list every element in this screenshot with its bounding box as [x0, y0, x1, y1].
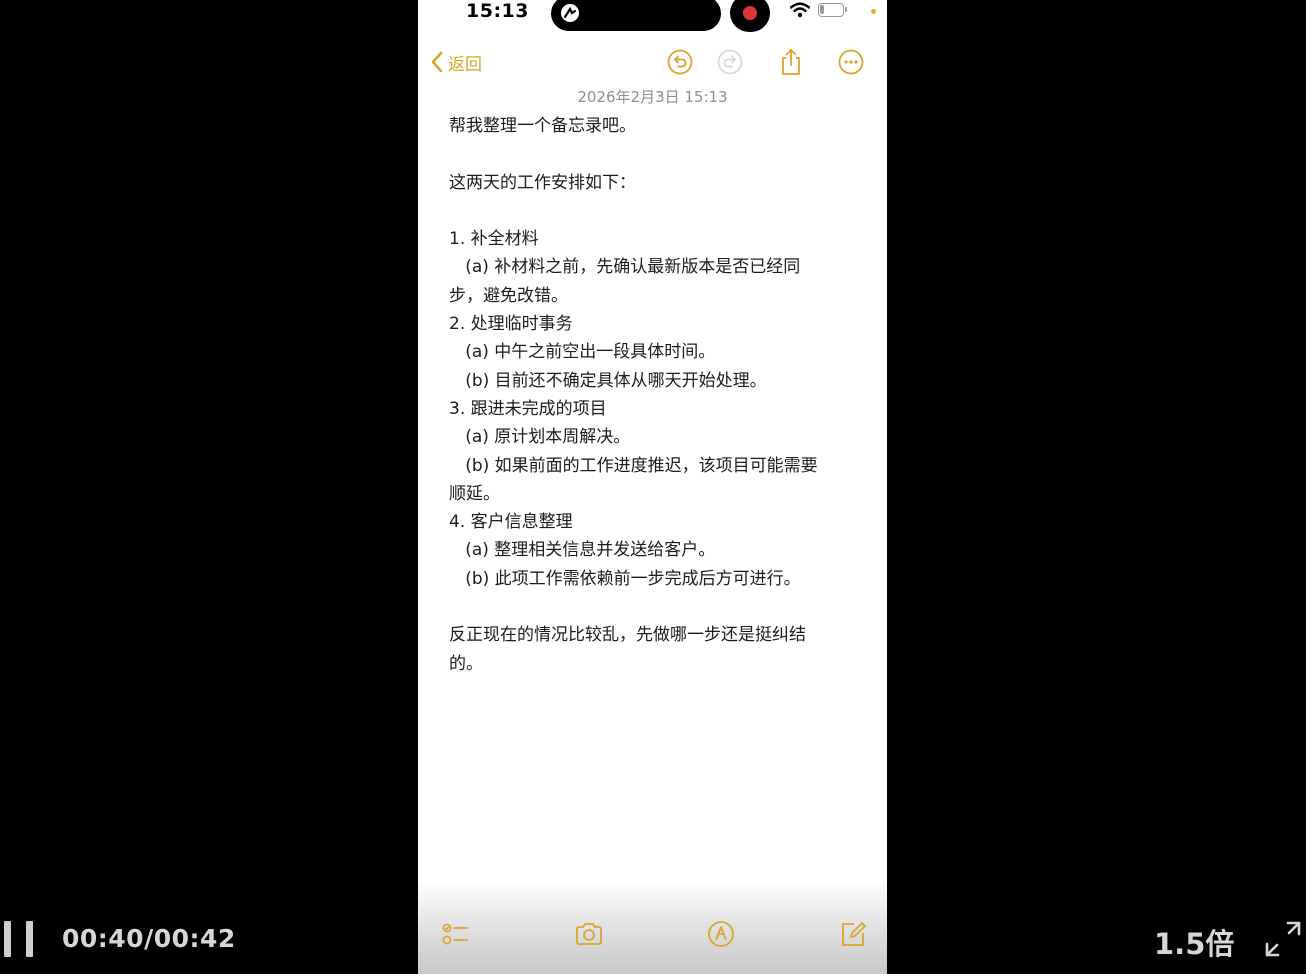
back-label: 返回 — [448, 54, 482, 75]
redo-icon[interactable] — [716, 48, 744, 76]
chevron-left-icon — [431, 51, 443, 73]
fullscreen-icon[interactable] — [1264, 920, 1302, 958]
note-blank-line — [449, 140, 859, 168]
checklist-icon[interactable] — [440, 919, 470, 949]
note-line: 的。 — [449, 653, 483, 674]
share-icon[interactable] — [777, 48, 805, 76]
pause-icon-bar — [26, 921, 33, 957]
note-date: 2026年2月3日 15:13 — [577, 88, 728, 106]
note-line: (a) 原计划本周解决。 — [449, 427, 631, 448]
camera-icon[interactable] — [574, 919, 604, 949]
note-line: (a) 中午之前空出一段具体时间。 — [449, 342, 716, 363]
note-line: 帮我整理一个备忘录吧。 — [449, 116, 636, 136]
record-dot — [743, 6, 757, 20]
screen-recording-indicator — [730, 0, 770, 32]
note-line: (b) 如果前面的工作进度推迟，该项目可能需要 — [449, 455, 818, 476]
note-line: 这两天的工作安排如下： — [449, 172, 636, 193]
status-time: 15:13 — [466, 0, 529, 22]
note-body[interactable]: 帮我整理一个备忘录吧。 这两天的工作安排如下： 1. 补全材料 (a) 补材料之前，… — [449, 112, 859, 678]
phone-screen: 15:13 21 返回 2026年2月3日 15:13 帮我整理一个备忘录吧。 … — [418, 0, 887, 974]
note-blank-line — [449, 197, 859, 225]
markup-icon[interactable] — [706, 919, 736, 949]
note-line: (b) 目前还不确定具体从哪天开始处理。 — [449, 370, 767, 391]
battery-icon: 21 — [818, 3, 844, 17]
note-line: 反正现在的情况比较乱，先做哪一步还是挺纠结 — [449, 625, 806, 646]
back-button[interactable]: 返回 — [430, 48, 482, 76]
video-player: 15:13 21 返回 2026年2月3日 15:13 帮我整理一个备忘录吧。 … — [0, 0, 1306, 974]
pause-button[interactable] — [4, 921, 36, 957]
note-line: 顺延。 — [449, 483, 500, 504]
playback-time: 00:40/00:42 — [62, 924, 236, 953]
note-line: 1. 补全材料 — [449, 229, 539, 250]
note-line: 步，避免改错。 — [449, 285, 568, 306]
activity-icon — [561, 4, 579, 22]
note-line: 2. 处理临时事务 — [449, 314, 573, 335]
bottom-toolbar — [418, 880, 887, 974]
battery-cap — [845, 7, 847, 12]
note-line: 4. 客户信息整理 — [449, 512, 573, 533]
compose-icon[interactable] — [838, 919, 868, 949]
playback-speed-button[interactable]: 1.5倍 — [1154, 921, 1234, 963]
privacy-indicator — [871, 9, 876, 14]
note-line: (a) 补材料之前，先确认最新版本是否已经同 — [449, 257, 801, 278]
dynamic-island — [551, 0, 721, 31]
battery-percentage: 21 — [824, 3, 838, 14]
pause-icon — [4, 921, 11, 957]
undo-icon[interactable] — [666, 48, 694, 76]
note-line: (a) 整理相关信息并发送给客户。 — [449, 540, 716, 561]
more-icon[interactable] — [837, 48, 865, 76]
note-line: (b) 此项工作需依赖前一步完成后方可进行。 — [449, 568, 801, 589]
wifi-icon — [790, 2, 810, 18]
note-blank-line — [449, 593, 859, 621]
note-line: 3. 跟进未完成的项目 — [449, 398, 607, 419]
